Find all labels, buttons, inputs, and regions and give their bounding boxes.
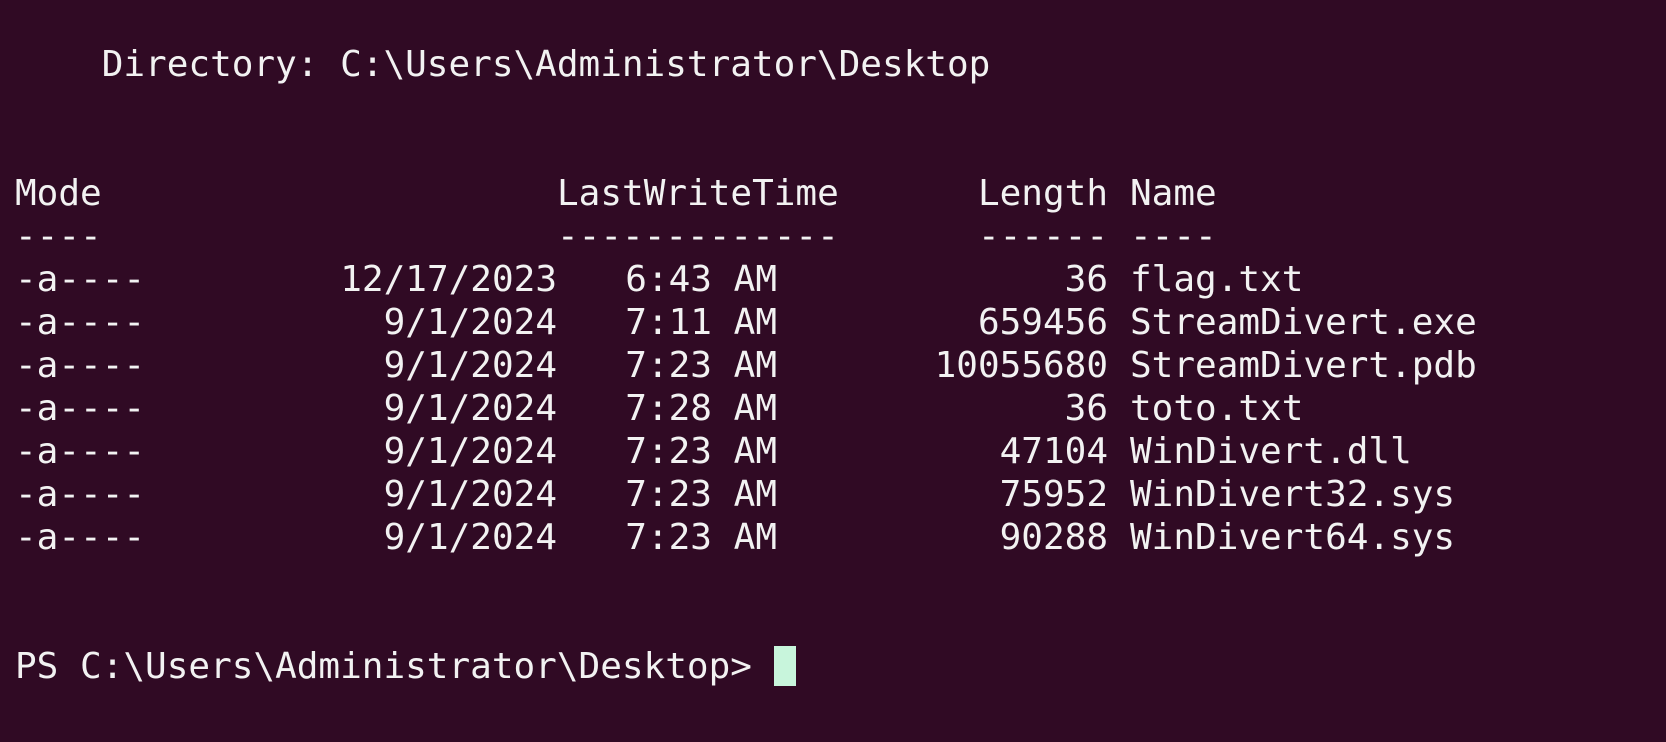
file-time: 7:11 AM <box>625 302 777 343</box>
listing-header-underline-row: ---- ------------- ------ ---- <box>15 215 1666 258</box>
file-date: 9/1/2024 <box>383 388 557 429</box>
file-length: 75952 <box>999 474 1108 515</box>
file-date: 9/1/2024 <box>383 431 557 472</box>
terminal-window[interactable]: Directory: C:\Users\Administrator\Deskto… <box>0 0 1666 742</box>
dashes-length: ------ <box>977 216 1108 257</box>
header-mode: Mode <box>15 173 102 214</box>
file-mode: -a---- <box>15 388 146 429</box>
file-mode: -a---- <box>15 302 146 343</box>
header-lastwritetime: LastWriteTime <box>557 173 839 214</box>
file-row: -a---- 9/1/2024 7:11 AM 659456 StreamDivert.… <box>15 301 1666 344</box>
file-name: WinDivert32.sys <box>1130 474 1456 515</box>
file-name: StreamDivert.pdb <box>1130 345 1477 386</box>
file-list: -a---- 12/17/2023 6:43 AM 36 flag.txt -a---- 9… <box>15 258 1666 559</box>
file-time: 7:23 AM <box>625 345 777 386</box>
file-time: 7:23 AM <box>625 474 777 515</box>
file-length: 36 <box>1064 259 1108 300</box>
file-time: 7:28 AM <box>625 388 777 429</box>
file-time: 7:23 AM <box>625 431 777 472</box>
dashes-mode: ---- <box>15 216 102 257</box>
header-length: Length <box>977 173 1108 214</box>
file-mode: -a---- <box>15 431 146 472</box>
file-mode: -a---- <box>15 345 146 386</box>
file-length: 47104 <box>999 431 1108 472</box>
file-length: 90288 <box>999 517 1108 558</box>
file-mode: -a---- <box>15 259 146 300</box>
file-name: toto.txt <box>1130 388 1304 429</box>
file-row: -a---- 9/1/2024 7:23 AM 47104 WinDivert.dll <box>15 430 1666 473</box>
dashes-lastwritetime: ------------- <box>557 216 839 257</box>
file-name: StreamDivert.exe <box>1130 302 1477 343</box>
file-time: 6:43 AM <box>625 259 777 300</box>
file-mode: -a---- <box>15 474 146 515</box>
file-row: -a---- 9/1/2024 7:28 AM 36 toto.txt <box>15 387 1666 430</box>
file-mode: -a---- <box>15 517 146 558</box>
dashes-spacer <box>211 215 557 258</box>
header-lastwritetime-spacer <box>211 172 557 215</box>
listing-header-row: Mode LastWriteTime Length Name <box>15 172 1666 215</box>
file-date: 9/1/2024 <box>383 302 557 343</box>
file-name: WinDivert.dll <box>1130 431 1412 472</box>
file-row: -a---- 9/1/2024 7:23 AM 90288 WinDivert64.sy… <box>15 516 1666 559</box>
header-name: Name <box>1130 173 1217 214</box>
dashes-name: ---- <box>1130 216 1217 257</box>
file-date: 9/1/2024 <box>383 345 557 386</box>
file-length: 36 <box>1064 388 1108 429</box>
directory-line: Directory: C:\Users\Administrator\Deskto… <box>15 44 991 85</box>
text-cursor <box>773 646 796 686</box>
prompt-text: PS C:\Users\Administrator\Desktop> <box>15 646 752 687</box>
prompt-line[interactable]: PS C:\Users\Administrator\Desktop> <box>15 645 1666 688</box>
file-time: 7:23 AM <box>625 517 777 558</box>
file-length: 10055680 <box>934 345 1108 386</box>
file-name: WinDivert64.sys <box>1130 517 1456 558</box>
file-row: -a---- 9/1/2024 7:23 AM 75952 WinDivert32.sy… <box>15 473 1666 516</box>
file-date: 12/17/2023 <box>340 259 557 300</box>
file-length: 659456 <box>977 302 1108 343</box>
file-date: 9/1/2024 <box>383 517 557 558</box>
file-date: 9/1/2024 <box>383 474 557 515</box>
file-row: -a---- 12/17/2023 6:43 AM 36 flag.txt <box>15 258 1666 301</box>
file-row: -a---- 9/1/2024 7:23 AM 10055680 StreamDiver… <box>15 344 1666 387</box>
file-name: flag.txt <box>1130 259 1304 300</box>
